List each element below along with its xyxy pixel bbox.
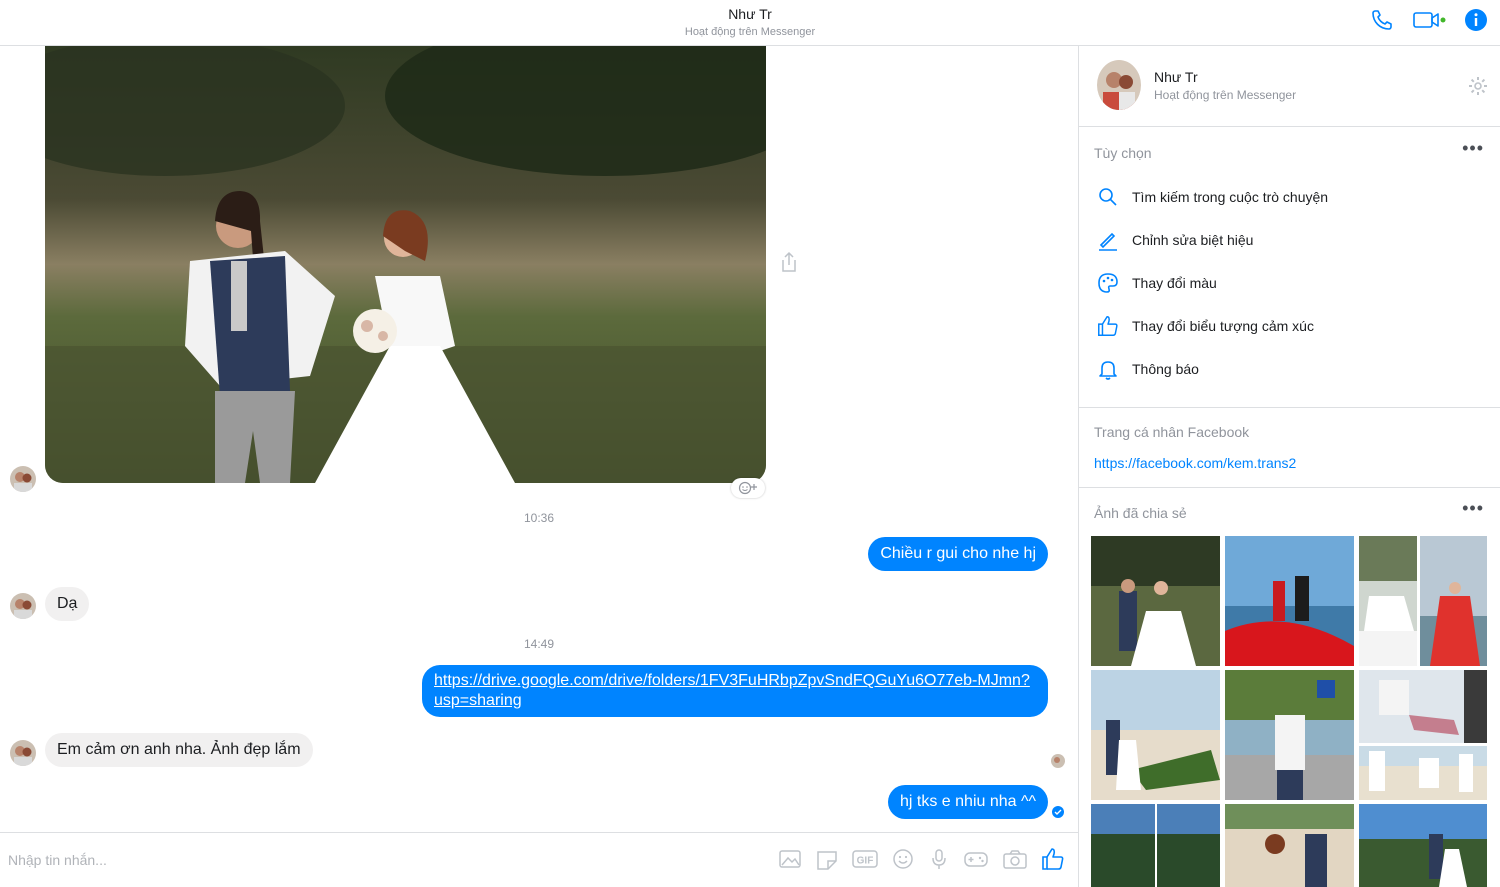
shared-photo-thumbnail[interactable] xyxy=(1225,536,1354,666)
contact-avatar[interactable] xyxy=(10,466,36,492)
profile-summary: Như Tr Hoạt động trên Messenger xyxy=(1079,46,1500,127)
profile-avatar[interactable] xyxy=(1097,60,1141,110)
sticker-icon[interactable] xyxy=(814,847,840,871)
message-input[interactable] xyxy=(8,847,708,873)
timestamp: 10:36 xyxy=(523,511,555,525)
incoming-message[interactable]: Em cảm ơn anh nha. Ảnh đẹp lắm xyxy=(45,733,313,767)
shared-photo-thumbnail[interactable] xyxy=(1359,536,1417,666)
thumbs-up-send-icon[interactable] xyxy=(1040,846,1066,872)
timestamp: 14:49 xyxy=(523,637,555,651)
message-thread[interactable]: 10:36 Chiều r gui cho nhe hj Dạ 14:49 ht… xyxy=(0,46,1078,832)
option-change-color[interactable]: Thay đổi màu xyxy=(1094,269,1217,297)
shared-photo-thumbnail[interactable] xyxy=(1225,670,1354,800)
drive-link[interactable]: https://drive.google.com/drive/folders/1… xyxy=(434,672,1030,709)
thumbs-up-icon xyxy=(1094,312,1122,340)
option-label: Thay đổi biểu tượng cảm xúc xyxy=(1132,318,1314,334)
shared-photo-thumbnail[interactable] xyxy=(1091,804,1220,887)
shared-photo-thumbnail[interactable] xyxy=(1091,536,1220,666)
facebook-profile-link[interactable]: https://facebook.com/kem.trans2 xyxy=(1094,455,1296,471)
emoji-icon[interactable] xyxy=(890,847,916,871)
option-label: Tìm kiếm trong cuộc trò chuyện xyxy=(1132,189,1329,205)
option-label: Thay đổi màu xyxy=(1132,275,1217,291)
seen-avatar xyxy=(1051,754,1065,768)
options-more-icon[interactable]: ••• xyxy=(1462,138,1484,159)
option-edit-nickname[interactable]: Chỉnh sửa biệt hiệu xyxy=(1094,226,1253,254)
divider xyxy=(1079,487,1500,488)
shared-photo-thumbnail[interactable] xyxy=(1359,670,1487,743)
video-call-icon[interactable] xyxy=(1412,9,1446,31)
search-icon xyxy=(1094,183,1122,211)
shared-wedding-photo[interactable] xyxy=(45,46,766,483)
divider xyxy=(1079,407,1500,408)
game-controller-icon[interactable] xyxy=(962,847,990,871)
bell-icon xyxy=(1094,355,1122,383)
palette-icon xyxy=(1094,269,1122,297)
header-contact-name[interactable]: Như Tr xyxy=(0,6,1500,22)
header-contact-status: Hoạt động trên Messenger xyxy=(684,26,816,38)
outgoing-message[interactable]: Chiều r gui cho nhe hj xyxy=(868,537,1048,571)
outgoing-message[interactable]: hj tks e nhiu nha ^^ xyxy=(888,785,1048,819)
camera-icon[interactable] xyxy=(1001,847,1029,871)
profile-status: Hoạt động trên Messenger xyxy=(1154,88,1297,102)
message-composer: GIF xyxy=(0,832,1078,887)
delivered-check-icon xyxy=(1051,805,1065,819)
shared-photo-thumbnail[interactable] xyxy=(1091,670,1220,800)
outgoing-link-message[interactable]: https://drive.google.com/drive/folders/1… xyxy=(422,665,1048,717)
profile-name[interactable]: Như Tr xyxy=(1154,69,1198,85)
conversation-details-panel: Như Tr Hoạt động trên Messenger Tùy chọn… xyxy=(1078,46,1500,887)
info-icon[interactable] xyxy=(1464,8,1488,32)
options-section-title: Tùy chọn xyxy=(1094,145,1152,161)
gif-icon[interactable]: GIF xyxy=(851,847,879,871)
image-icon[interactable] xyxy=(777,847,803,871)
shared-photo-thumbnail[interactable] xyxy=(1359,746,1487,800)
contact-avatar[interactable] xyxy=(10,593,36,619)
phone-icon[interactable] xyxy=(1370,8,1394,32)
option-notifications[interactable]: Thông báo xyxy=(1094,355,1199,383)
microphone-icon[interactable] xyxy=(927,847,951,871)
option-label: Thông báo xyxy=(1132,361,1199,377)
option-label: Chỉnh sửa biệt hiệu xyxy=(1132,232,1254,248)
share-icon[interactable] xyxy=(779,251,799,278)
shared-photo-thumbnail[interactable] xyxy=(1420,536,1487,666)
add-reaction-icon[interactable] xyxy=(731,478,765,498)
shared-photo-thumbnail[interactable] xyxy=(1225,804,1354,887)
option-change-emoji[interactable]: Thay đổi biểu tượng cảm xúc xyxy=(1094,312,1314,340)
shared-photo-thumbnail[interactable] xyxy=(1359,804,1487,887)
contact-avatar[interactable] xyxy=(10,740,36,766)
option-search-conversation[interactable]: Tìm kiếm trong cuộc trò chuyện xyxy=(1094,183,1328,211)
pencil-icon xyxy=(1094,226,1122,254)
gear-icon[interactable] xyxy=(1468,76,1488,101)
shared-photos-title: Ảnh đã chia sẻ xyxy=(1094,505,1187,521)
facebook-profile-title: Trang cá nhân Facebook xyxy=(1094,424,1250,440)
shared-photos-more-icon[interactable]: ••• xyxy=(1462,498,1484,519)
conversation-header: Như Tr Hoạt động trên Messenger xyxy=(0,0,1500,46)
incoming-message[interactable]: Dạ xyxy=(45,587,90,621)
svg-text:GIF: GIF xyxy=(857,856,874,867)
